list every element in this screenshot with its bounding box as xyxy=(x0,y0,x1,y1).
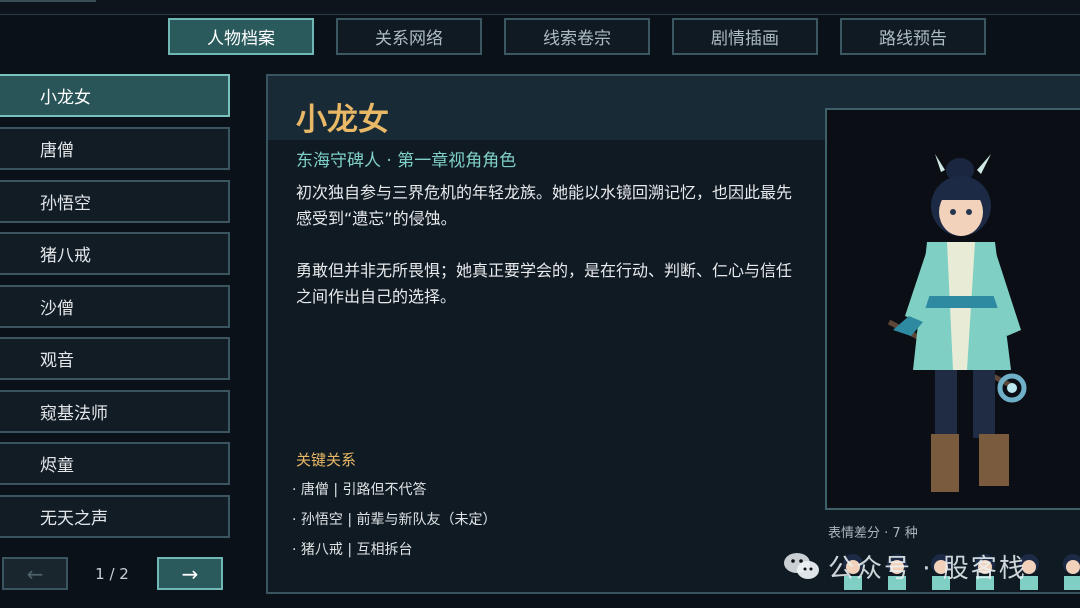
relation-item: · 孙悟空 | 前辈与新队友（未定） xyxy=(292,512,497,528)
character-name: 小龙女 xyxy=(296,102,389,138)
expression-thumbnail[interactable] xyxy=(1054,548,1080,592)
sidebar-item-zhubajie[interactable]: 猪八戒 xyxy=(0,232,230,275)
watermark: 公众号 · 股客栈 xyxy=(782,548,1027,584)
sidebar-item-guanyin[interactable]: 观音 xyxy=(0,337,230,380)
character-subtitle: 东海守碑人 · 第一章视角角色 xyxy=(296,151,517,171)
description-line: 初次独自参与三界危机的年轻龙族。她能以水镜回溯记忆，也因此最先 xyxy=(296,183,793,202)
expression-caption: 表情差分 · 7 种 xyxy=(828,526,918,541)
next-page-button[interactable]: → xyxy=(157,557,223,590)
sidebar-item-sunwukong[interactable]: 孙悟空 xyxy=(0,180,230,223)
relations-list: · 唐僧 | 引路但不代答 · 孙悟空 | 前辈与新队友（未定） · 猪八戒 |… xyxy=(292,480,497,570)
sidebar-item-tangseng[interactable]: 唐僧 xyxy=(0,127,230,170)
sidebar-item-kuiji[interactable]: 窥基法师 xyxy=(0,390,230,433)
sidebar-item-shaseng[interactable]: 沙僧 xyxy=(0,285,230,328)
sidebar-item-xiaolongnu[interactable]: 小龙女 xyxy=(0,74,230,117)
tab-clue-dossier[interactable]: 线索卷宗 xyxy=(504,18,650,55)
description-line: 之间作出自己的选择。 xyxy=(296,287,457,306)
character-sprite xyxy=(887,154,1027,492)
relation-item: · 猪八戒 | 互相拆台 xyxy=(292,542,413,558)
character-detail-panel: 小龙女 东海守碑人 · 第一章视角角色 初次独自参与三界危机的年轻龙族。她能以水… xyxy=(266,74,1080,594)
watermark-text: 公众号 · 股客栈 xyxy=(828,553,1027,584)
page-indicator: 1 / 2 xyxy=(95,564,129,583)
character-portrait xyxy=(825,108,1080,510)
prev-page-button[interactable]: ← xyxy=(2,557,68,590)
description-line: 勇敢但并非无所畏惧；她真正要学会的，是在行动、判断、仁心与信任 xyxy=(296,261,793,280)
pagination: ← 1 / 2 → xyxy=(0,557,232,591)
tab-route-preview[interactable]: 路线预告 xyxy=(840,18,986,55)
wechat-icon xyxy=(784,553,819,579)
tab-story-illustrations[interactable]: 剧情插画 xyxy=(672,18,818,55)
tab-relationship-network[interactable]: 关系网络 xyxy=(336,18,482,55)
relations-title: 关键关系 xyxy=(296,451,357,469)
tab-character-profile[interactable]: 人物档案 xyxy=(168,18,314,55)
top-bar xyxy=(0,0,1080,15)
top-bar-stub xyxy=(0,0,96,2)
character-description: 初次独自参与三界危机的年轻龙族。她能以水镜回溯记忆，也因此最先 感受到“遗忘”的侵… xyxy=(296,180,826,336)
sidebar-item-jintong[interactable]: 烬童 xyxy=(0,442,230,485)
description-line: 感受到“遗忘”的侵蚀。 xyxy=(296,209,457,228)
relation-item: · 唐僧 | 引路但不代答 xyxy=(292,482,427,498)
sidebar-item-wutian[interactable]: 无天之声 xyxy=(0,495,230,538)
